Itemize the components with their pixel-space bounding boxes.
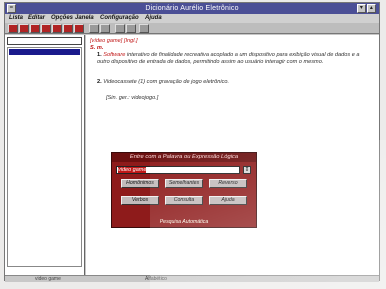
dropdown-arrow-icon[interactable]: ⇕ — [243, 166, 251, 174]
dialog-word-input[interactable]: video game — [116, 166, 240, 174]
tool-button-icon[interactable] — [115, 24, 125, 33]
tool-button-icon[interactable] — [19, 24, 29, 33]
window-title: Dicionário Aurélio Eletrônico — [145, 5, 239, 12]
verbos-button[interactable]: Verbos — [121, 196, 159, 205]
tool-button-icon[interactable] — [74, 24, 84, 33]
status-right: Alfabético — [145, 276, 167, 282]
entry-class: S. m. — [90, 45, 104, 51]
system-menu-icon[interactable]: = — [7, 4, 16, 13]
word-list[interactable] — [7, 47, 82, 267]
tool-button-icon[interactable] — [126, 24, 136, 33]
definition-2-text: Videocassete (1) com gravação de jogo el… — [103, 79, 230, 85]
title-bar: Dicionário Aurélio Eletrônico = ▾ ▴ — [5, 3, 379, 14]
tool-button-icon[interactable] — [89, 24, 99, 33]
definition-2-number: 2. — [97, 79, 102, 85]
definition-1-lead: Software — [103, 52, 126, 58]
ajuda-button[interactable]: Ajuda — [209, 196, 247, 205]
menu-opcoes[interactable]: Opções — [51, 14, 73, 23]
automatic-search-label[interactable]: Pesquisa Automática — [112, 218, 256, 226]
search-dialog: Entre com a Palavra ou Expressão Lógica … — [111, 152, 257, 228]
toolbar — [5, 23, 379, 34]
definition-2: 2. Videocassete (1) com gravação de jogo… — [97, 79, 367, 86]
reverso-button[interactable]: Reverso — [209, 179, 247, 188]
tool-button-icon[interactable] — [100, 24, 110, 33]
status-left: video game — [35, 276, 61, 282]
word-search-input[interactable] — [7, 37, 82, 45]
status-bar: video game Alfabético — [5, 275, 379, 282]
tool-button-icon[interactable] — [52, 24, 62, 33]
menu-bar: Lista Editar Opções Janela Configuração … — [5, 14, 379, 23]
menu-ajuda[interactable]: Ajuda — [145, 14, 162, 23]
definition-1: 1. Software interativo de finalidade rec… — [97, 52, 367, 66]
semelhantes-button[interactable]: Semelhantes — [165, 179, 203, 188]
homonimos-button[interactable]: Homônimos — [121, 179, 159, 188]
selected-word[interactable] — [9, 49, 80, 55]
app-window: Dicionário Aurélio Eletrônico = ▾ ▴ List… — [4, 2, 380, 282]
definition-1-text: interativo de finalidade recreativa acop… — [97, 52, 360, 65]
definition-1-number: 1. — [97, 52, 102, 58]
tool-button-icon[interactable] — [63, 24, 73, 33]
menu-lista[interactable]: Lista — [9, 14, 23, 23]
tool-button-icon[interactable] — [41, 24, 51, 33]
menu-janela[interactable]: Janela — [75, 14, 94, 23]
entry-headword: [vídeo game] [Ingl.] — [90, 38, 138, 44]
maximize-button[interactable]: ▴ — [367, 4, 376, 13]
dialog-input-value: video game — [118, 167, 147, 173]
dialog-title: Entre com a Palavra ou Expressão Lógica — [112, 153, 256, 162]
word-list-pane — [5, 35, 85, 275]
menu-configuracao[interactable]: Configuração — [100, 14, 139, 23]
menu-editar[interactable]: Editar — [28, 14, 45, 23]
tool-button-icon[interactable] — [8, 24, 18, 33]
help-icon[interactable] — [139, 24, 149, 33]
minimize-button[interactable]: ▾ — [357, 4, 366, 13]
tool-button-icon[interactable] — [30, 24, 40, 33]
synonym-line: [Sin. ger.: videojogo.] — [106, 95, 159, 101]
consulta-button[interactable]: Consulta — [165, 196, 203, 205]
